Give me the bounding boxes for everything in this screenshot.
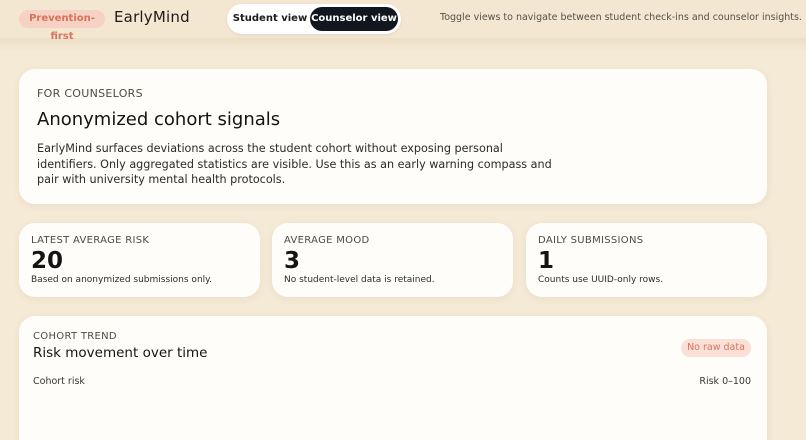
hero-eyebrow: FOR COUNSELORS — [37, 87, 143, 100]
view-toggle: Student view Counselor view — [227, 4, 401, 34]
stat-card-mood: AVERAGE MOOD 3 No student-level data is … — [272, 223, 513, 297]
stat-value: 20 — [31, 248, 64, 274]
stat-note: Based on anonymized submissions only. — [31, 275, 213, 285]
trend-title: Risk movement over time — [33, 345, 208, 361]
top-bar-shadow — [0, 38, 806, 52]
brand-name: EarlyMind — [114, 8, 190, 26]
counselor-view-button[interactable]: Counselor view — [310, 7, 398, 31]
stat-label: LATEST AVERAGE RISK — [31, 235, 150, 246]
hero-description: EarlyMind surfaces deviations across the… — [37, 142, 552, 186]
stat-label: AVERAGE MOOD — [284, 235, 370, 246]
trend-card: COHORT TREND Risk movement over time No … — [19, 316, 767, 440]
trend-eyebrow: COHORT TREND — [33, 331, 117, 342]
view-hint: Toggle views to navigate between student… — [440, 12, 802, 23]
stat-card-submissions: DAILY SUBMISSIONS 1 Counts use UUID-only… — [526, 223, 767, 297]
student-view-button[interactable]: Student view — [231, 7, 309, 31]
no-raw-data-badge: No raw data — [681, 339, 751, 357]
stat-note: No student-level data is retained. — [284, 275, 435, 285]
page-title: Anonymized cohort signals — [37, 109, 281, 130]
stat-card-risk: LATEST AVERAGE RISK 20 Based on anonymiz… — [19, 223, 260, 297]
stat-value: 1 — [538, 248, 555, 274]
stat-value: 3 — [284, 248, 301, 274]
stat-label: DAILY SUBMISSIONS — [538, 235, 644, 246]
hero-card: FOR COUNSELORS Anonymized cohort signals… — [19, 69, 767, 204]
prevention-tag: Prevention-first — [19, 10, 105, 42]
stat-note: Counts use UUID-only rows. — [538, 275, 664, 285]
range-label: Risk 0–100 — [699, 376, 751, 387]
series-label: Cohort risk — [33, 376, 85, 387]
